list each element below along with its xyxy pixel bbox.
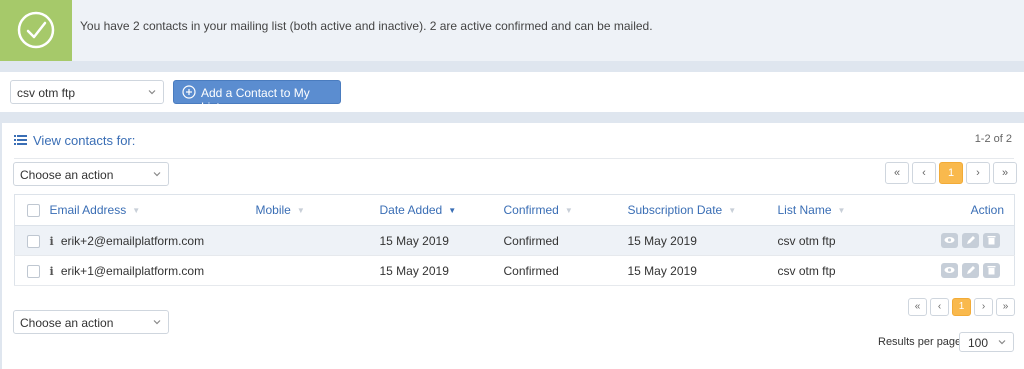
- contacts-panel: View contacts for: 1-2 of 2 Choose an ac…: [2, 123, 1024, 369]
- edit-button[interactable]: [962, 263, 979, 279]
- sort-icon: ▼: [296, 206, 305, 216]
- page-last-button[interactable]: »: [993, 162, 1017, 184]
- view-button[interactable]: [941, 263, 958, 279]
- page-first-button[interactable]: «: [908, 298, 927, 316]
- page-prev-button[interactable]: ‹: [912, 162, 936, 184]
- page-next-button[interactable]: ›: [974, 298, 993, 316]
- col-list-name[interactable]: List Name ▼: [777, 194, 906, 226]
- email-cell: i erik+2@emailplatform.com: [49, 225, 256, 256]
- row-actions: [905, 225, 1015, 256]
- action-select-bottom-value: Choose an action: [20, 316, 114, 330]
- list-toolbar: csv otm ftp Add a Contact to My List...: [0, 72, 1024, 114]
- result-count: 1-2 of 2: [974, 133, 1012, 145]
- confirmed-value: Confirmed: [503, 255, 628, 286]
- sort-icon: ▼: [448, 206, 457, 216]
- col-confirmed[interactable]: Confirmed ▼: [503, 194, 628, 226]
- eye-icon: [944, 237, 955, 244]
- col-list-name-label: List Name: [777, 203, 832, 217]
- page-last-button[interactable]: »: [996, 298, 1015, 316]
- edit-button[interactable]: [962, 233, 979, 249]
- table-row: i erik+2@emailplatform.com 15 May 2019 C…: [14, 225, 1015, 256]
- success-indicator: [0, 0, 72, 61]
- chevron-down-icon: [998, 340, 1006, 345]
- page-current-button[interactable]: 1: [939, 162, 963, 184]
- results-per-page-value: 100: [968, 336, 989, 350]
- list-select-value: csv otm ftp: [17, 86, 76, 100]
- sort-icon: ▼: [564, 206, 573, 216]
- row-select-cell: [14, 225, 50, 256]
- mobile-value: [255, 255, 380, 286]
- chevron-down-icon: [153, 172, 161, 177]
- email-cell: i erik+1@emailplatform.com: [49, 255, 256, 286]
- sort-icon: ▼: [837, 206, 846, 216]
- notice-message: You have 2 contacts in your mailing list…: [80, 19, 653, 33]
- col-confirmed-label: Confirmed: [503, 203, 559, 217]
- subscription-date-value: 15 May 2019: [627, 255, 778, 286]
- col-email[interactable]: Email Address ▼: [49, 194, 256, 226]
- eye-icon: [944, 267, 955, 274]
- action-select-top-value: Choose an action: [20, 168, 114, 182]
- table-header-row: Email Address ▼ Mobile ▼ Date Added ▼ Confi…: [14, 194, 1015, 226]
- list-select[interactable]: csv otm ftp: [10, 80, 164, 104]
- page-first-button[interactable]: «: [885, 162, 909, 184]
- contacts-table: Email Address ▼ Mobile ▼ Date Added ▼ Confi…: [14, 194, 1015, 286]
- results-per-page-select[interactable]: 100: [959, 332, 1014, 352]
- select-all-cell: [14, 194, 50, 226]
- col-subscription-date[interactable]: Subscription Date ▼: [627, 194, 778, 226]
- list-icon: [14, 135, 27, 145]
- col-date-added-label: Date Added: [379, 203, 443, 217]
- page-prev-button[interactable]: ‹: [930, 298, 949, 316]
- sort-icon: ▼: [728, 206, 737, 216]
- row-actions: [905, 255, 1015, 286]
- list-name-value: csv otm ftp: [777, 225, 906, 256]
- col-mobile-label: Mobile: [255, 203, 291, 217]
- email-value[interactable]: erik+2@emailplatform.com: [61, 234, 204, 248]
- col-action: Action: [905, 194, 1015, 226]
- trash-icon: [987, 236, 996, 245]
- date-added-value: 15 May 2019: [379, 255, 504, 286]
- page-next-button[interactable]: ›: [966, 162, 990, 184]
- col-mobile[interactable]: Mobile ▼: [255, 194, 380, 226]
- info-icon[interactable]: i: [50, 265, 58, 278]
- list-name-value: csv otm ftp: [777, 255, 906, 286]
- chevron-down-icon: [153, 320, 161, 325]
- email-value[interactable]: erik+1@emailplatform.com: [61, 264, 204, 278]
- add-contact-button[interactable]: Add a Contact to My List...: [173, 80, 341, 114]
- plus-circle-icon: [182, 85, 196, 99]
- page-current-button[interactable]: 1: [952, 298, 971, 316]
- sort-icon: ▼: [132, 206, 141, 216]
- check-circle-icon: [17, 11, 55, 49]
- row-checkbox[interactable]: [27, 234, 40, 248]
- delete-button[interactable]: [983, 233, 1000, 249]
- confirmed-value: Confirmed: [503, 225, 628, 256]
- col-action-label: Action: [970, 203, 1004, 217]
- add-contact-label: Add a Contact to My List...: [201, 86, 310, 114]
- trash-icon: [987, 266, 996, 275]
- panel-header: View contacts for: 1-2 of 2: [14, 133, 1014, 159]
- action-select-bottom[interactable]: Choose an action: [13, 310, 169, 334]
- info-icon[interactable]: i: [50, 235, 58, 248]
- subscription-date-value: 15 May 2019: [627, 225, 778, 256]
- pager-bottom: « ‹ 1 › »: [908, 298, 1015, 316]
- view-button[interactable]: [941, 233, 958, 249]
- action-select-top[interactable]: Choose an action: [13, 162, 169, 186]
- col-email-label: Email Address: [49, 203, 127, 217]
- row-select-cell: [14, 255, 50, 286]
- select-all-checkbox[interactable]: [27, 204, 40, 218]
- results-per-page-label: Results per page: [878, 336, 962, 348]
- mobile-value: [255, 225, 380, 256]
- date-added-value: 15 May 2019: [379, 225, 504, 256]
- pager-top: « ‹ 1 › »: [885, 162, 1017, 184]
- table-row: i erik+1@emailplatform.com 15 May 2019 C…: [14, 255, 1015, 286]
- row-checkbox[interactable]: [27, 264, 40, 278]
- col-date-added[interactable]: Date Added ▼: [379, 194, 504, 226]
- notice-banner: You have 2 contacts in your mailing list…: [0, 0, 1024, 61]
- pencil-icon: [966, 236, 975, 245]
- delete-button[interactable]: [983, 263, 1000, 279]
- col-subscription-date-label: Subscription Date: [627, 203, 723, 217]
- panel-title: View contacts for:: [33, 133, 136, 148]
- pencil-icon: [966, 266, 975, 275]
- chevron-down-icon: [148, 90, 156, 95]
